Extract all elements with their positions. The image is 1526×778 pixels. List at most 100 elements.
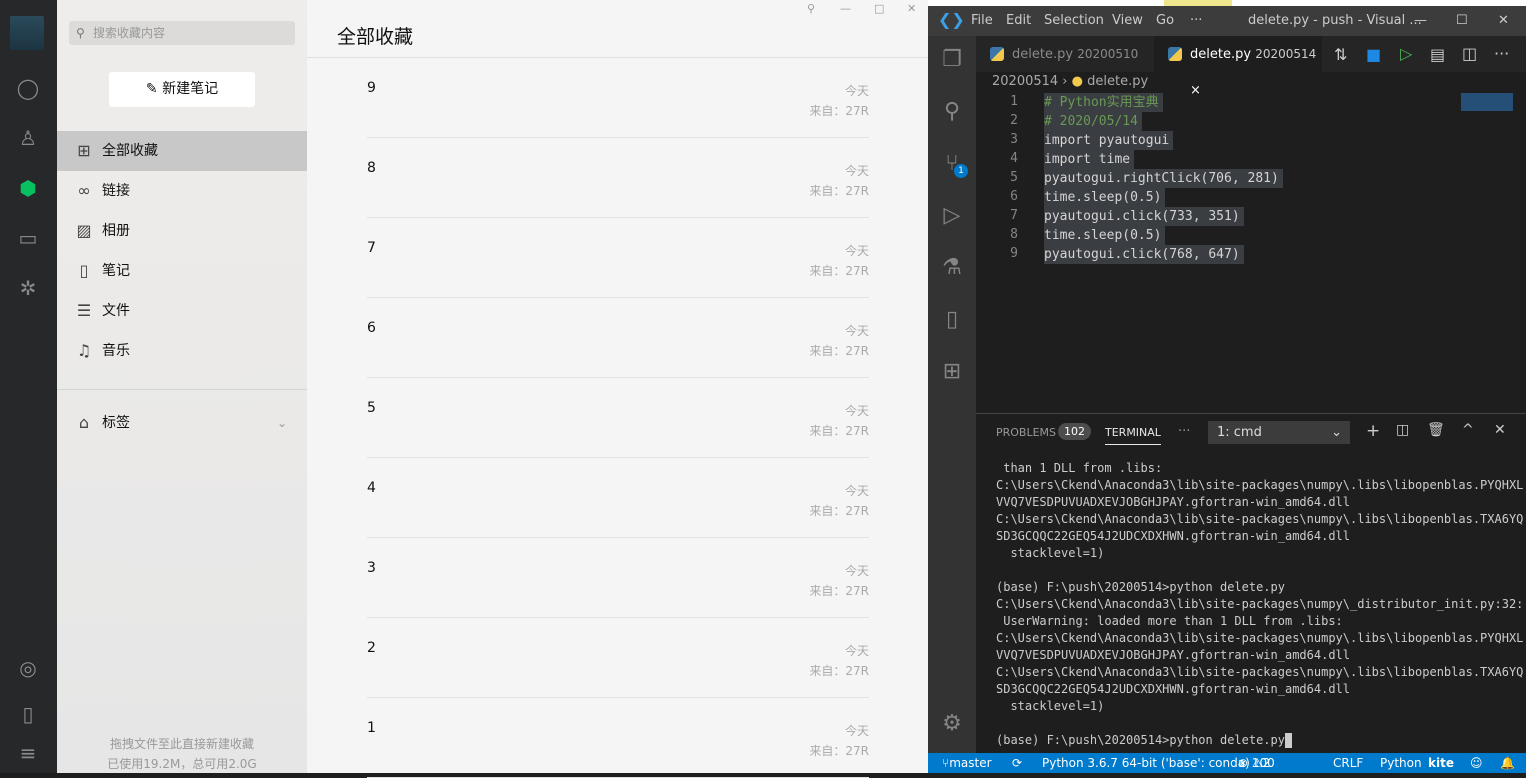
menu-go[interactable]: Go bbox=[1156, 13, 1174, 28]
menu-more[interactable]: ··· bbox=[1190, 13, 1202, 28]
favorites-sidebar: ⚲ 搜索收藏内容 ✎ 新建笔记 ⊞ 全部收藏 ∞ 链接 ▨ 相册 ▯ 笔记 ☰ 文件 ♫ 音… bbox=[57, 0, 307, 773]
extensions-icon[interactable]: ⊞ bbox=[938, 358, 966, 386]
chat-icon[interactable]: ◯ bbox=[16, 76, 40, 100]
code-line[interactable]: import pyautogui bbox=[1044, 131, 1174, 150]
item-source: 来自：27R bbox=[809, 584, 869, 598]
code-line[interactable]: pyautogui.click(733, 351) bbox=[1044, 207, 1244, 226]
favorite-item[interactable]: 9 今天 来自：27R bbox=[367, 58, 869, 138]
problems-count-badge: 102 bbox=[1058, 423, 1091, 440]
run-file-icon[interactable]: ▷ bbox=[1400, 44, 1412, 63]
maximize-button[interactable]: ☐ bbox=[1456, 13, 1468, 28]
compare-changes-icon[interactable]: ⇅ bbox=[1334, 45, 1347, 64]
page-title: 全部收藏 bbox=[337, 26, 414, 48]
category-music[interactable]: ♫ 音乐 bbox=[57, 331, 307, 371]
code-line[interactable]: import time bbox=[1044, 150, 1135, 169]
menu-file[interactable]: File bbox=[971, 13, 993, 28]
favorite-item[interactable]: 2 今天 来自：27R bbox=[367, 618, 869, 698]
problems-status[interactable]: ⊗ 100 ⚠ 2 bbox=[1238, 753, 1275, 773]
category-files[interactable]: ☰ 文件 bbox=[57, 291, 307, 331]
code-line[interactable]: # Python实用宝典 bbox=[1044, 93, 1163, 112]
pin-icon[interactable]: ⚲ bbox=[807, 2, 815, 15]
minimize-button[interactable]: — bbox=[840, 2, 851, 15]
split-terminal-icon[interactable]: ◫ bbox=[1396, 422, 1409, 438]
category-notes[interactable]: ▯ 笔记 bbox=[57, 251, 307, 291]
notifications-bell-icon[interactable]: 🔔 bbox=[1500, 753, 1515, 773]
code-line[interactable]: time.sleep(0.5) bbox=[1044, 226, 1166, 245]
warning-count: 2 bbox=[1262, 756, 1271, 770]
search-icon[interactable]: ⚲ bbox=[938, 98, 966, 126]
code-line[interactable]: pyautogui.click(768, 647) bbox=[1044, 245, 1244, 264]
python-file-icon bbox=[990, 47, 1004, 61]
favorite-item[interactable]: 1 今天 来自：27R bbox=[367, 698, 869, 778]
close-tab-icon[interactable]: × bbox=[1190, 83, 1201, 98]
pdf-export-icon[interactable]: ■ bbox=[1366, 45, 1381, 64]
favorite-item[interactable]: 6 今天 来自：27R bbox=[367, 298, 869, 378]
eol-status[interactable]: CRLF bbox=[1333, 753, 1363, 773]
branch-status[interactable]: ⑂ master bbox=[942, 753, 992, 773]
category-all[interactable]: ⊞ 全部收藏 bbox=[57, 131, 307, 171]
terminal-select[interactable]: 1: cmd ⌄ bbox=[1208, 421, 1350, 444]
language-status[interactable]: Python bbox=[1380, 753, 1422, 773]
close-button[interactable]: ✕ bbox=[1498, 13, 1509, 28]
files-folder-icon[interactable]: ▭ bbox=[16, 226, 40, 250]
category-album[interactable]: ▨ 相册 bbox=[57, 211, 307, 251]
wechat-nav-bar: ◯ ♙ ⬢ ▭ ✲ ◎ ▯ ≡ bbox=[0, 0, 57, 773]
trash-icon[interactable]: 🗑 bbox=[1427, 422, 1445, 438]
feedback-icon[interactable]: ☺ bbox=[1470, 753, 1483, 773]
terminal-line: stacklevel=1) bbox=[996, 546, 1105, 560]
category-links[interactable]: ∞ 链接 bbox=[57, 171, 307, 211]
close-button[interactable]: ✕ bbox=[907, 2, 916, 15]
terminal-line: C:\Users\Ckend\Anaconda3\lib\site-packag… bbox=[996, 597, 1524, 611]
testing-flask-icon[interactable]: ⚗ bbox=[938, 254, 966, 282]
item-source: 来自：27R bbox=[809, 264, 869, 278]
favorite-item[interactable]: 7 今天 来自：27R bbox=[367, 218, 869, 298]
image-icon: ▨ bbox=[76, 221, 92, 240]
tab-delete-20200510[interactable]: delete.py 20200510 bbox=[976, 36, 1154, 72]
explorer-icon[interactable]: ❐ bbox=[938, 46, 966, 74]
more-actions-icon[interactable]: ··· bbox=[1494, 44, 1509, 63]
tab-delete-20200514[interactable]: delete.py 20200514 × bbox=[1154, 36, 1322, 98]
menu-icon[interactable]: ≡ bbox=[16, 741, 40, 765]
favorite-item[interactable]: 4 今天 来自：27R bbox=[367, 458, 869, 538]
favorite-item[interactable]: 5 今天 来自：27R bbox=[367, 378, 869, 458]
minimap[interactable] bbox=[1461, 93, 1513, 111]
phone-icon[interactable]: ▯ bbox=[16, 702, 40, 726]
new-note-button[interactable]: ✎ 新建笔记 bbox=[109, 72, 255, 107]
sync-icon[interactable]: ⟳ bbox=[1012, 753, 1022, 773]
menu-view[interactable]: View bbox=[1112, 13, 1143, 28]
code-line[interactable]: time.sleep(0.5) bbox=[1044, 188, 1166, 207]
code-line[interactable]: pyautogui.rightClick(706, 281) bbox=[1044, 169, 1283, 188]
moments-icon[interactable]: ✲ bbox=[16, 276, 40, 300]
maximize-panel-icon[interactable]: ^ bbox=[1462, 422, 1474, 438]
favorites-cube-icon[interactable]: ⬢ bbox=[16, 176, 40, 200]
preview-icon[interactable]: ▤ bbox=[1430, 45, 1445, 64]
split-editor-icon[interactable]: ◫ bbox=[1462, 44, 1477, 63]
menu-selection[interactable]: Selection bbox=[1044, 13, 1104, 28]
settings-gear-icon[interactable]: ⚙ bbox=[938, 710, 966, 738]
notebook-icon[interactable]: ▯ bbox=[938, 306, 966, 334]
search-input[interactable]: ⚲ 搜索收藏内容 bbox=[69, 21, 295, 45]
tab-terminal[interactable]: TERMINAL bbox=[1105, 426, 1161, 445]
kite-status[interactable]: kite bbox=[1428, 753, 1454, 773]
tags-section[interactable]: ⌂ 标签 ⌄ bbox=[57, 403, 307, 443]
minimize-button[interactable]: — bbox=[1414, 13, 1427, 28]
menu-edit[interactable]: Edit bbox=[1006, 13, 1031, 28]
favorite-item[interactable]: 8 今天 来自：27R bbox=[367, 138, 869, 218]
maximize-button[interactable]: □ bbox=[874, 2, 884, 15]
category-label: 链接 bbox=[102, 183, 130, 199]
contacts-icon[interactable]: ♙ bbox=[16, 126, 40, 150]
close-panel-icon[interactable]: ✕ bbox=[1494, 422, 1506, 438]
source-control-icon[interactable]: ⑂ 1 bbox=[938, 150, 968, 178]
panel-more-icon[interactable]: ··· bbox=[1178, 424, 1190, 439]
run-debug-icon[interactable]: ▷ bbox=[938, 202, 966, 230]
new-terminal-icon[interactable]: + bbox=[1366, 421, 1380, 441]
interpreter-status[interactable]: Python 3.6.7 64-bit ('base': conda) bbox=[1042, 753, 1250, 773]
miniprogram-icon[interactable]: ◎ bbox=[16, 656, 40, 680]
category-label: 相册 bbox=[102, 223, 130, 239]
favorite-item[interactable]: 3 今天 来自：27R bbox=[367, 538, 869, 618]
breadcrumb-file[interactable]: delete.py bbox=[1087, 74, 1148, 89]
avatar[interactable] bbox=[10, 16, 44, 50]
breadcrumb-folder[interactable]: 20200514 bbox=[992, 74, 1058, 89]
tab-problems[interactable]: PROBLEMS bbox=[996, 426, 1056, 439]
code-line[interactable]: # 2020/05/14 bbox=[1044, 112, 1142, 131]
